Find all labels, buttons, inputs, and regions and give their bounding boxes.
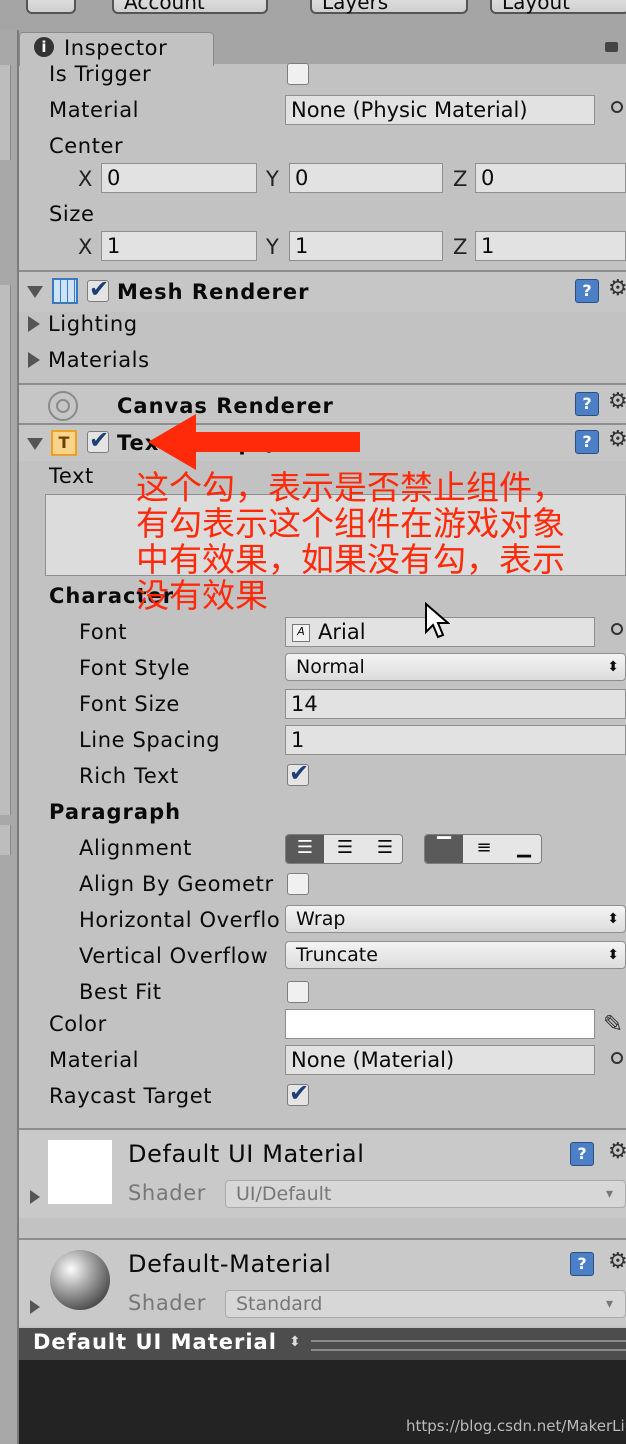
annotation-line: 有勾表示这个组件在游戏对象 [136,504,565,543]
annotation-line: 这个勾，表示是否禁止组件， [136,468,565,507]
mouse-cursor-icon [425,602,450,639]
arrow-shape [148,414,360,470]
annotation-arrow [148,414,360,470]
annotation-line: 中有效果，如果没有勾，表示 [136,540,565,579]
annotation-line: 没有效果 [136,576,268,615]
